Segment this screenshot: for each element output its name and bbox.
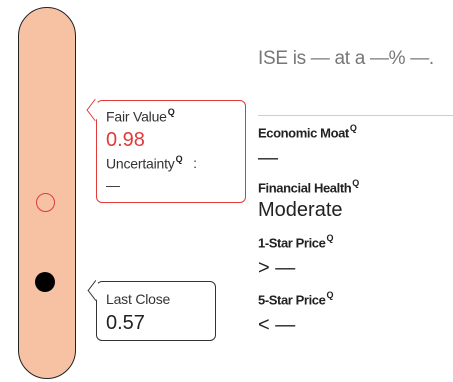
economic-moat-value: — (258, 147, 278, 169)
quant-q-icon[interactable]: Q (326, 290, 333, 300)
financial-health-label: Financial Health (258, 180, 352, 196)
last-close-value: 0.57 (106, 312, 145, 334)
one-star-price-value: — (275, 257, 296, 279)
five-star-price-value: — (275, 314, 296, 336)
callout-notch (87, 280, 104, 301)
quant-q-icon[interactable]: Q (326, 233, 333, 243)
fair-value-callout: Fair ValueQ 0.98 UncertaintyQ : — (86, 98, 246, 203)
last-close-label: Last Close (106, 291, 171, 307)
valuation-headline: ISE is — at a —% —. (258, 48, 434, 69)
uncertainty-label: Uncertainty (106, 155, 175, 172)
one-star-price-prefix: > (258, 257, 270, 279)
callout-notch (86, 98, 104, 122)
last-close-marker (35, 272, 55, 292)
financial-health-value: Moderate (258, 199, 343, 221)
fair-value-amount: 0.98 (106, 129, 145, 151)
last-close-callout: Last Close 0.57 (87, 280, 216, 341)
quant-q-icon[interactable]: Q (352, 178, 359, 188)
quant-q-icon[interactable]: Q (350, 123, 357, 133)
uncertainty-value: — (106, 177, 120, 193)
five-star-price-prefix: < (258, 314, 270, 336)
one-star-price-label: 1-Star Price (258, 235, 326, 251)
economic-moat-label: Economic Moat (258, 125, 349, 141)
divider (258, 115, 453, 116)
quant-q-icon[interactable]: Q (168, 107, 175, 117)
quant-q-icon[interactable]: Q (176, 154, 183, 164)
five-star-price-label: 5-Star Price (258, 292, 326, 308)
fair-value-marker (36, 193, 55, 212)
uncertainty-colon: : (193, 155, 197, 172)
fair-value-label: Fair Value (106, 108, 167, 125)
